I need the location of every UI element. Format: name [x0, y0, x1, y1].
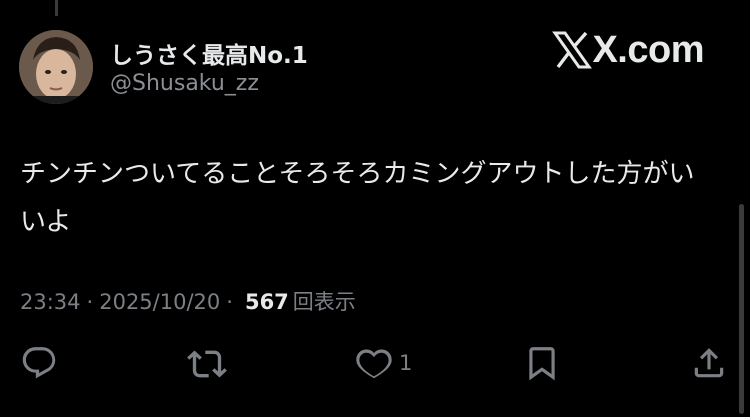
tweet-time[interactable]: 23:34 — [20, 290, 81, 314]
share-icon — [694, 348, 724, 378]
retweet-button[interactable] — [187, 344, 227, 384]
retweet-icon — [187, 350, 227, 378]
avatar[interactable] — [19, 30, 93, 104]
like-button[interactable]: 1 — [355, 344, 412, 382]
reply-icon — [22, 347, 56, 379]
tweet-meta: 23:34 · 2025/10/20 · 567 回表示 — [20, 286, 356, 316]
heart-icon — [356, 349, 392, 379]
tweet-date[interactable]: 2025/10/20 — [99, 290, 220, 314]
x-logo-text: X.com — [592, 29, 704, 71]
thread-line — [55, 0, 58, 16]
separator: · — [226, 290, 233, 314]
share-button[interactable] — [690, 344, 728, 382]
display-name[interactable]: しうさく最高No.1 — [110, 36, 308, 70]
reply-button[interactable] — [20, 344, 58, 382]
bookmark-icon — [529, 347, 555, 381]
views-count: 567 — [244, 290, 289, 314]
avatar-image — [19, 30, 93, 104]
views-label: 回表示 — [292, 290, 356, 314]
bookmark-button[interactable] — [523, 344, 561, 382]
x-logo: X.com — [552, 30, 704, 70]
action-bar: 1 — [0, 340, 750, 390]
user-handle[interactable]: @Shusaku_zz — [110, 71, 259, 96]
scrollbar[interactable] — [739, 204, 744, 414]
like-count: 1 — [399, 351, 413, 375]
x-logo-icon — [552, 31, 593, 69]
separator: · — [86, 290, 94, 314]
tweet-text: チンチンついてることそろそろカミングアウトした方がいいよ — [20, 159, 695, 237]
tweet-screenshot: しうさく最高No.1 @Shusaku_zz X.com チンチンついてることそ… — [0, 0, 750, 417]
